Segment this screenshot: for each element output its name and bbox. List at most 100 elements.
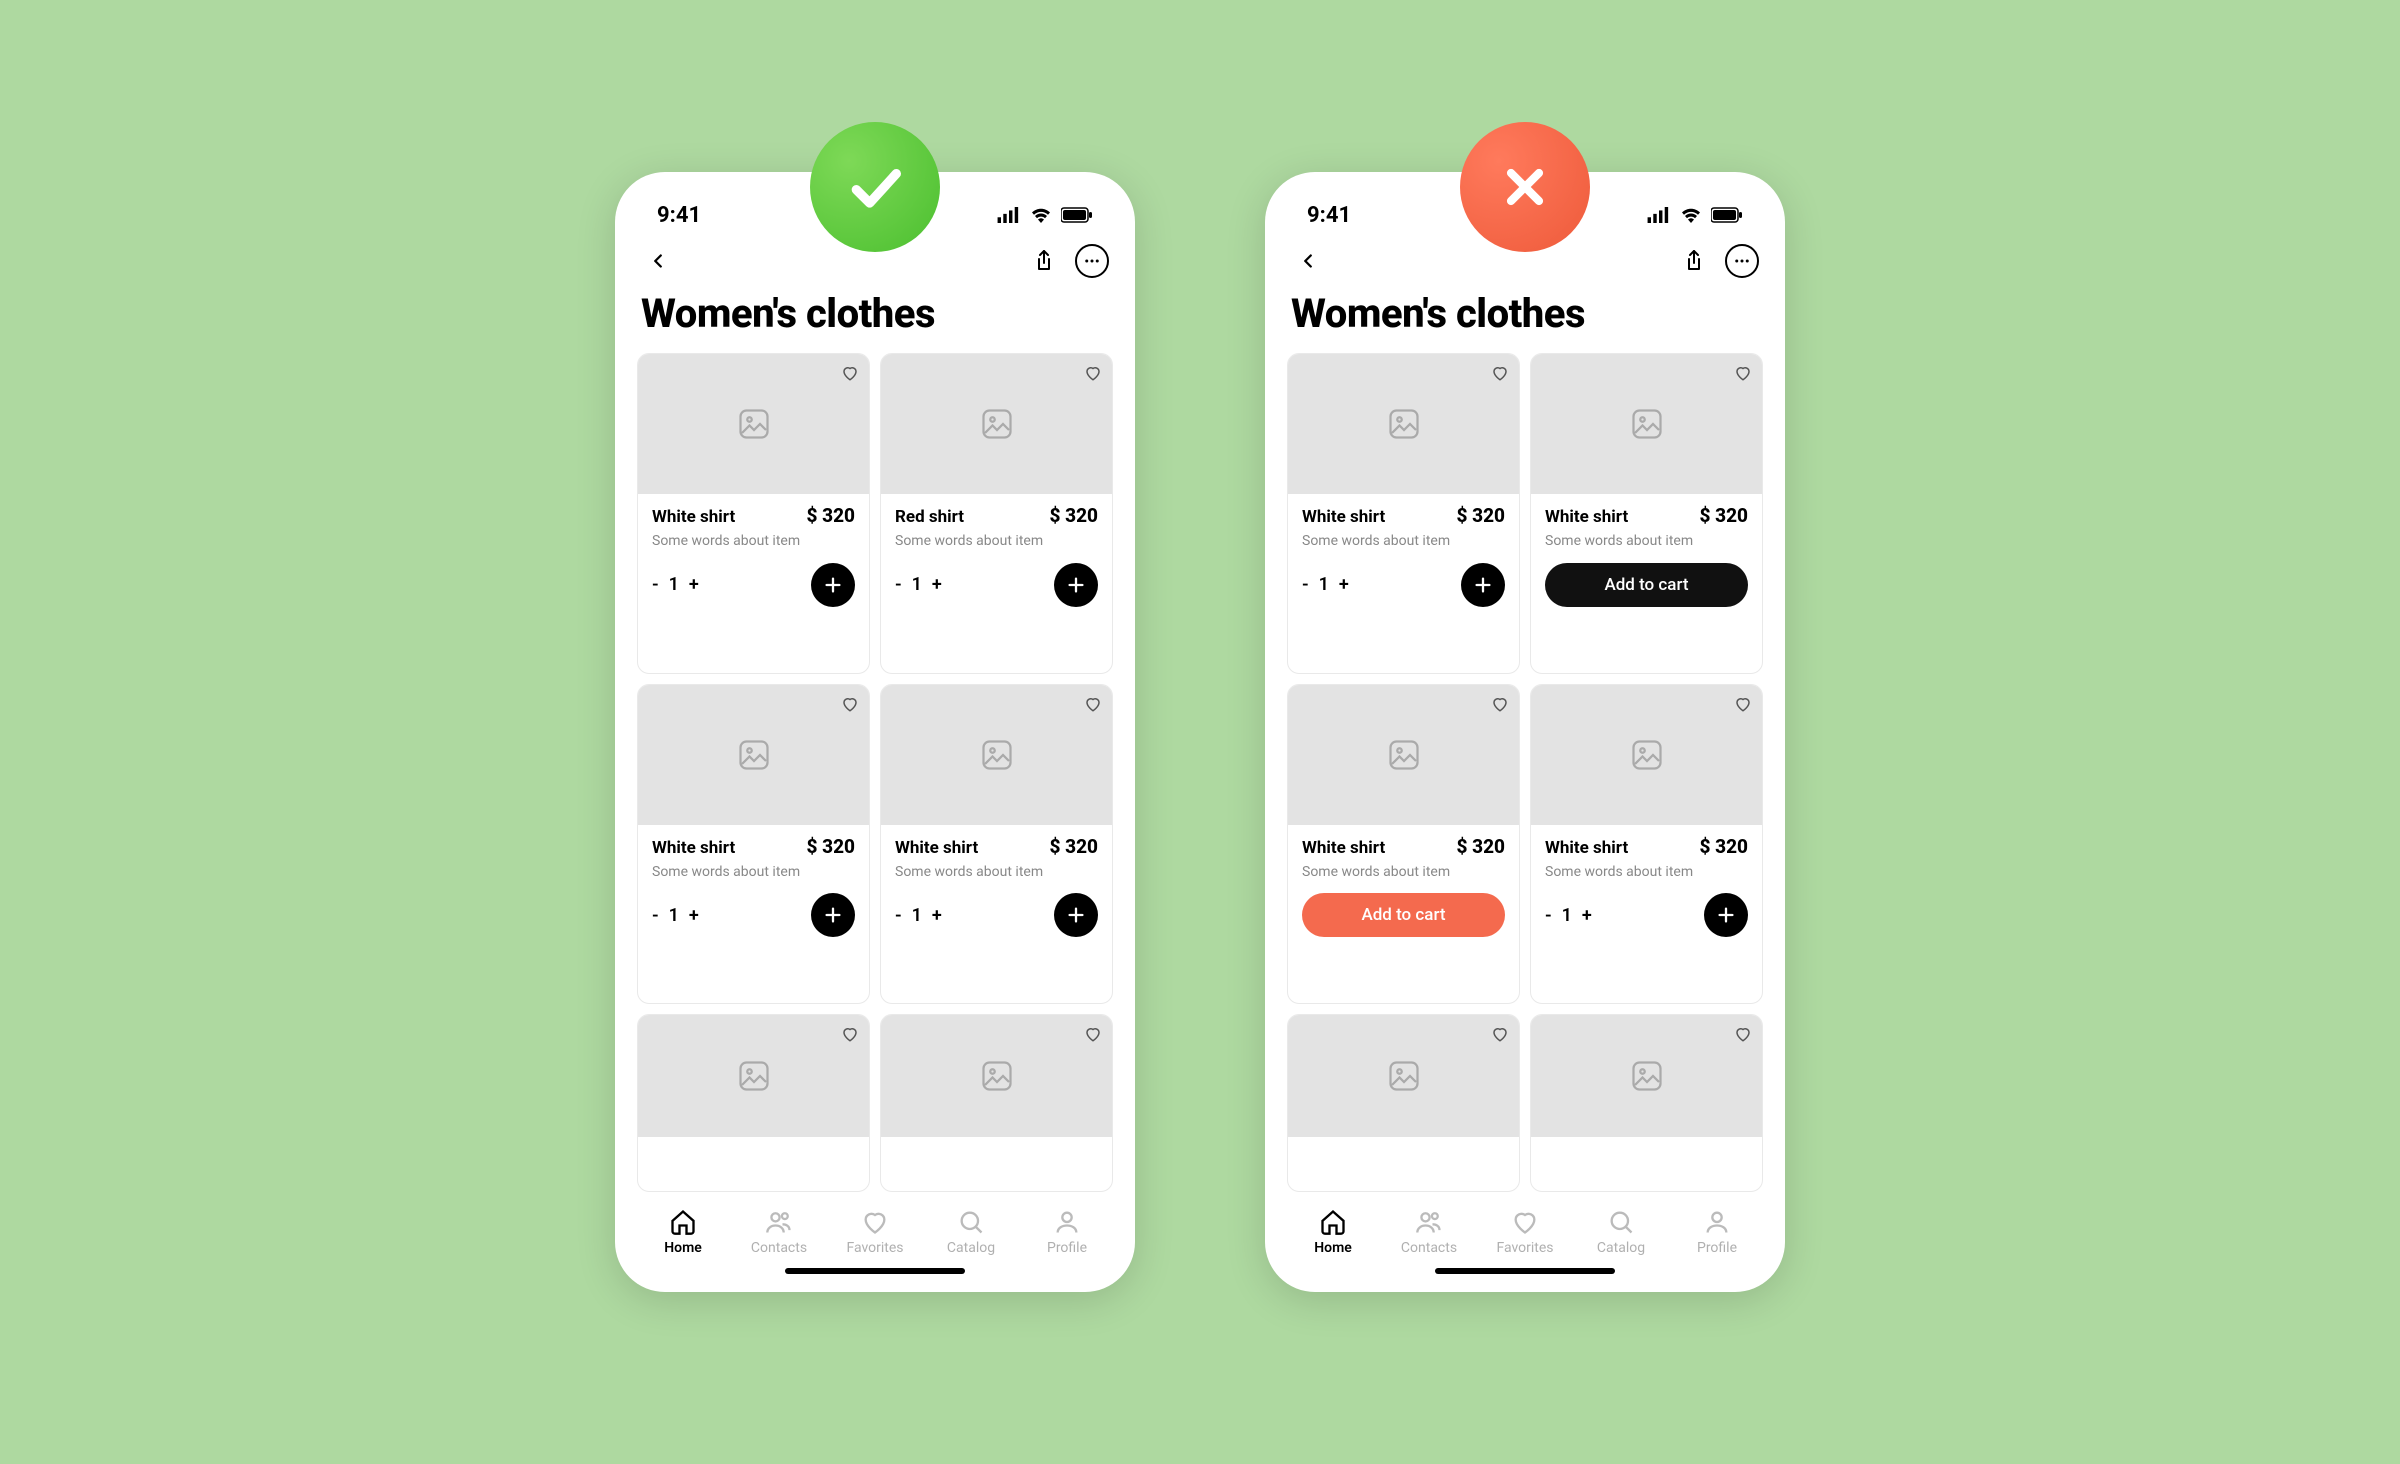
favorite-button[interactable] — [1734, 364, 1752, 386]
search-icon — [957, 1208, 985, 1236]
favorite-button[interactable] — [1734, 695, 1752, 717]
heart-icon — [1084, 695, 1102, 713]
tab-catalog[interactable]: Catalog — [934, 1208, 1008, 1256]
tab-favorites[interactable]: Favorites — [1488, 1208, 1562, 1256]
product-card[interactable]: White shirt$ 320 Some words about item -… — [637, 353, 870, 674]
increment-button[interactable]: + — [689, 574, 699, 595]
favorite-button[interactable] — [841, 1025, 859, 1047]
home-indicator[interactable] — [1435, 1268, 1615, 1274]
good-example: 9:41 Women's clothes — [615, 172, 1135, 1292]
share-button[interactable] — [1027, 244, 1061, 278]
profile-icon — [1703, 1208, 1731, 1236]
tab-home[interactable]: Home — [646, 1208, 720, 1256]
wifi-icon — [1029, 207, 1053, 223]
tab-catalog[interactable]: Catalog — [1584, 1208, 1658, 1256]
tab-label: Home — [664, 1240, 702, 1256]
product-card[interactable] — [1530, 1014, 1763, 1192]
favorite-button[interactable] — [1084, 695, 1102, 717]
favorite-button[interactable] — [841, 695, 859, 717]
product-card[interactable]: White shirt$ 320 Some words about item A… — [1287, 684, 1520, 1005]
quantity-value: 1 — [912, 905, 922, 926]
product-description: Some words about item — [1302, 533, 1505, 551]
heart-icon — [1734, 364, 1752, 382]
product-grid[interactable]: White shirt$ 320 Some words about item -… — [1285, 353, 1765, 1192]
tab-profile[interactable]: Profile — [1680, 1208, 1754, 1256]
back-button[interactable] — [641, 244, 675, 278]
decrement-button[interactable]: - — [652, 574, 659, 595]
heart-icon — [1511, 1208, 1539, 1236]
heart-icon — [841, 695, 859, 713]
favorite-button[interactable] — [1491, 695, 1509, 717]
tab-home[interactable]: Home — [1296, 1208, 1370, 1256]
decrement-button[interactable]: - — [895, 574, 902, 595]
product-name: Red shirt — [895, 507, 964, 527]
product-card[interactable] — [1287, 1014, 1520, 1192]
add-button[interactable] — [811, 893, 855, 937]
add-button[interactable] — [1461, 563, 1505, 607]
more-button[interactable] — [1725, 244, 1759, 278]
share-button[interactable] — [1677, 244, 1711, 278]
quantity-stepper[interactable]: -1+ — [895, 574, 942, 595]
decrement-button[interactable]: - — [895, 905, 902, 926]
more-button[interactable] — [1075, 244, 1109, 278]
product-card[interactable]: White shirt$ 320 Some words about item -… — [637, 684, 870, 1005]
tab-contacts[interactable]: Contacts — [1392, 1208, 1466, 1256]
quantity-stepper[interactable]: -1 + — [652, 574, 699, 595]
tab-favorites[interactable]: Favorites — [838, 1208, 912, 1256]
product-card[interactable]: White shirt$ 320 Some words about item -… — [1287, 353, 1520, 674]
product-card[interactable]: White shirt$ 320 Some words about item A… — [1530, 353, 1763, 674]
heart-icon — [841, 1025, 859, 1043]
quantity-stepper[interactable]: -1 + — [895, 905, 942, 926]
favorite-button[interactable] — [1491, 1025, 1509, 1047]
share-icon — [1682, 249, 1706, 273]
product-name: White shirt — [652, 507, 735, 527]
product-card[interactable] — [880, 1014, 1113, 1192]
decrement-button[interactable]: - — [1545, 905, 1552, 926]
increment-button[interactable]: + — [932, 905, 942, 926]
increment-button[interactable]: + — [1339, 574, 1349, 595]
heart-icon — [1491, 695, 1509, 713]
x-icon — [1497, 159, 1553, 215]
add-button[interactable] — [1054, 563, 1098, 607]
plus-icon — [1065, 574, 1087, 596]
home-indicator[interactable] — [785, 1268, 965, 1274]
quantity-stepper[interactable]: -1+ — [1302, 574, 1349, 595]
tab-profile[interactable]: Profile — [1030, 1208, 1104, 1256]
add-to-cart-button[interactable]: Add to cart — [1545, 563, 1748, 607]
product-card[interactable]: White shirt$ 320 Some words about item -… — [880, 684, 1113, 1005]
quantity-stepper[interactable]: -1+ — [1545, 905, 1592, 926]
product-name: White shirt — [652, 838, 735, 858]
product-card[interactable] — [637, 1014, 870, 1192]
favorite-button[interactable] — [1734, 1025, 1752, 1047]
image-placeholder-icon — [979, 1058, 1015, 1094]
profile-icon — [1053, 1208, 1081, 1236]
tab-contacts[interactable]: Contacts — [742, 1208, 816, 1256]
add-button[interactable] — [1704, 893, 1748, 937]
decrement-button[interactable]: - — [1302, 574, 1309, 595]
increment-button[interactable]: + — [932, 574, 942, 595]
product-name: White shirt — [895, 838, 978, 858]
quantity-stepper[interactable]: -1+ — [652, 905, 699, 926]
increment-button[interactable]: + — [689, 905, 699, 926]
tab-label: Profile — [1697, 1240, 1737, 1256]
page-title: Women's clothes — [1285, 286, 1765, 353]
favorite-button[interactable] — [1491, 364, 1509, 386]
add-button[interactable] — [811, 563, 855, 607]
image-placeholder-icon — [736, 737, 772, 773]
back-button[interactable] — [1291, 244, 1325, 278]
product-description: Some words about item — [895, 864, 1098, 882]
favorite-button[interactable] — [1084, 364, 1102, 386]
tab-label: Home — [1314, 1240, 1352, 1256]
product-card[interactable]: Red shirt$ 320 Some words about item -1+ — [880, 353, 1113, 674]
add-button[interactable] — [1054, 893, 1098, 937]
product-grid[interactable]: White shirt$ 320 Some words about item -… — [635, 353, 1115, 1192]
favorite-button[interactable] — [841, 364, 859, 386]
plus-icon — [1472, 574, 1494, 596]
add-to-cart-button[interactable]: Add to cart — [1302, 893, 1505, 937]
product-card[interactable]: White shirt$ 320 Some words about item -… — [1530, 684, 1763, 1005]
favorite-button[interactable] — [1084, 1025, 1102, 1047]
decrement-button[interactable]: - — [652, 905, 659, 926]
increment-button[interactable]: + — [1582, 905, 1592, 926]
quantity-value: 1 — [669, 574, 679, 595]
product-price: $ 320 — [1699, 504, 1748, 527]
